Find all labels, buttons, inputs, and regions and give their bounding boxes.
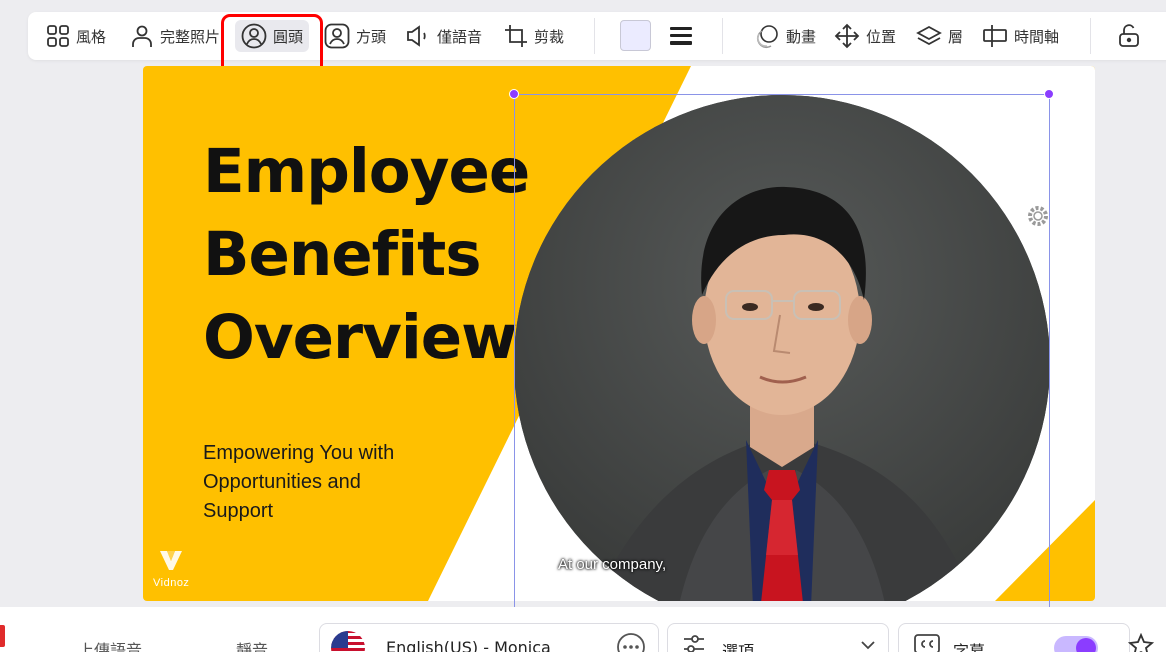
brand-name: Vidnoz <box>153 577 190 589</box>
timeline-label: 時間軸 <box>1014 27 1060 46</box>
style-label: 風格 <box>76 27 107 46</box>
person-icon <box>132 25 152 47</box>
speaker-icon <box>407 25 426 47</box>
resize-handle-top-right[interactable] <box>1044 89 1054 99</box>
timeline-icon <box>983 25 1007 47</box>
style-button[interactable]: 風格 <box>40 20 112 52</box>
options-label: 選項 <box>722 642 755 652</box>
crop-icon <box>505 25 527 47</box>
lock-button[interactable] <box>1112 20 1146 52</box>
more-options-icon[interactable] <box>616 632 646 652</box>
square-avatar-icon <box>324 23 350 49</box>
toolbar-divider <box>722 18 723 54</box>
presenter-portrait <box>514 95 1050 601</box>
us-flag-icon <box>331 631 365 652</box>
circle-avatar-icon <box>241 23 267 49</box>
gear-decoration-icon <box>1028 206 1048 226</box>
layer-label: 層 <box>948 27 964 46</box>
line-weight-button[interactable] <box>662 20 700 52</box>
subtitles-toggle[interactable] <box>1054 636 1098 652</box>
crop-button[interactable]: 剪裁 <box>498 20 570 52</box>
record-indicator <box>0 625 5 647</box>
subtitle-caption: At our company, <box>558 556 667 573</box>
crop-label: 剪裁 <box>534 27 565 46</box>
mute-tab[interactable]: 靜音 <box>236 637 268 652</box>
square-head-label: 方頭 <box>356 27 387 46</box>
resize-handle-top-left[interactable] <box>509 89 519 99</box>
position-button[interactable]: 位置 <box>828 20 902 52</box>
circle-head-button[interactable]: 圓頭 <box>235 20 310 52</box>
slide-title[interactable]: Employee Benefits Overview <box>203 130 530 379</box>
subtitles-label: 字幕 <box>953 642 986 652</box>
line-weight-icon <box>670 27 692 45</box>
square-head-button[interactable]: 方頭 <box>318 20 392 52</box>
slide-subtitle[interactable]: Empowering You with Opportunities and Su… <box>203 439 463 526</box>
audio-panel: 上傳語音 靜音 English(US) - Monica 選項 字幕 <box>0 607 1166 652</box>
position-label: 位置 <box>866 27 897 46</box>
upload-voice-tab[interactable]: 上傳語音 <box>78 637 142 652</box>
editor-toolbar: 風格 完整照片 圓頭 方頭 僅語音 剪裁 動畫 位置 層 時間軸 <box>28 12 1166 60</box>
voice-selector[interactable]: English(US) - Monica <box>319 623 659 652</box>
layer-button[interactable]: 層 <box>910 20 969 52</box>
timeline-button[interactable]: 時間軸 <box>976 20 1065 52</box>
slide-canvas[interactable]: Employee Benefits Overview Empowering Yo… <box>143 66 1095 601</box>
unlock-icon <box>1119 24 1139 47</box>
voice-name: English(US) - Monica <box>386 638 551 652</box>
animation-button[interactable]: 動畫 <box>748 20 822 52</box>
brand-logo: Vidnoz <box>153 548 189 589</box>
closed-caption-icon <box>914 634 940 652</box>
options-dropdown[interactable]: 選項 <box>667 623 889 652</box>
background-color-swatch[interactable] <box>620 20 651 51</box>
circle-head-label: 圓頭 <box>273 27 304 46</box>
full-photo-label: 完整照片 <box>160 27 221 46</box>
voice-only-button[interactable]: 僅語音 <box>399 20 488 52</box>
vidnoz-logo-icon <box>160 551 183 570</box>
layers-icon <box>916 25 942 46</box>
toolbar-divider <box>594 18 595 54</box>
animation-icon <box>756 25 778 49</box>
grid-icon <box>47 25 69 47</box>
animation-label: 動畫 <box>786 27 817 46</box>
pin-icon[interactable] <box>1128 633 1154 652</box>
full-photo-button[interactable]: 完整照片 <box>124 20 226 52</box>
settings-sliders-icon <box>684 635 704 652</box>
move-icon <box>834 23 860 49</box>
voice-only-label: 僅語音 <box>437 27 483 46</box>
presenter-avatar[interactable] <box>514 95 1050 601</box>
chevron-down-icon <box>861 641 875 650</box>
toolbar-divider <box>1090 18 1091 54</box>
